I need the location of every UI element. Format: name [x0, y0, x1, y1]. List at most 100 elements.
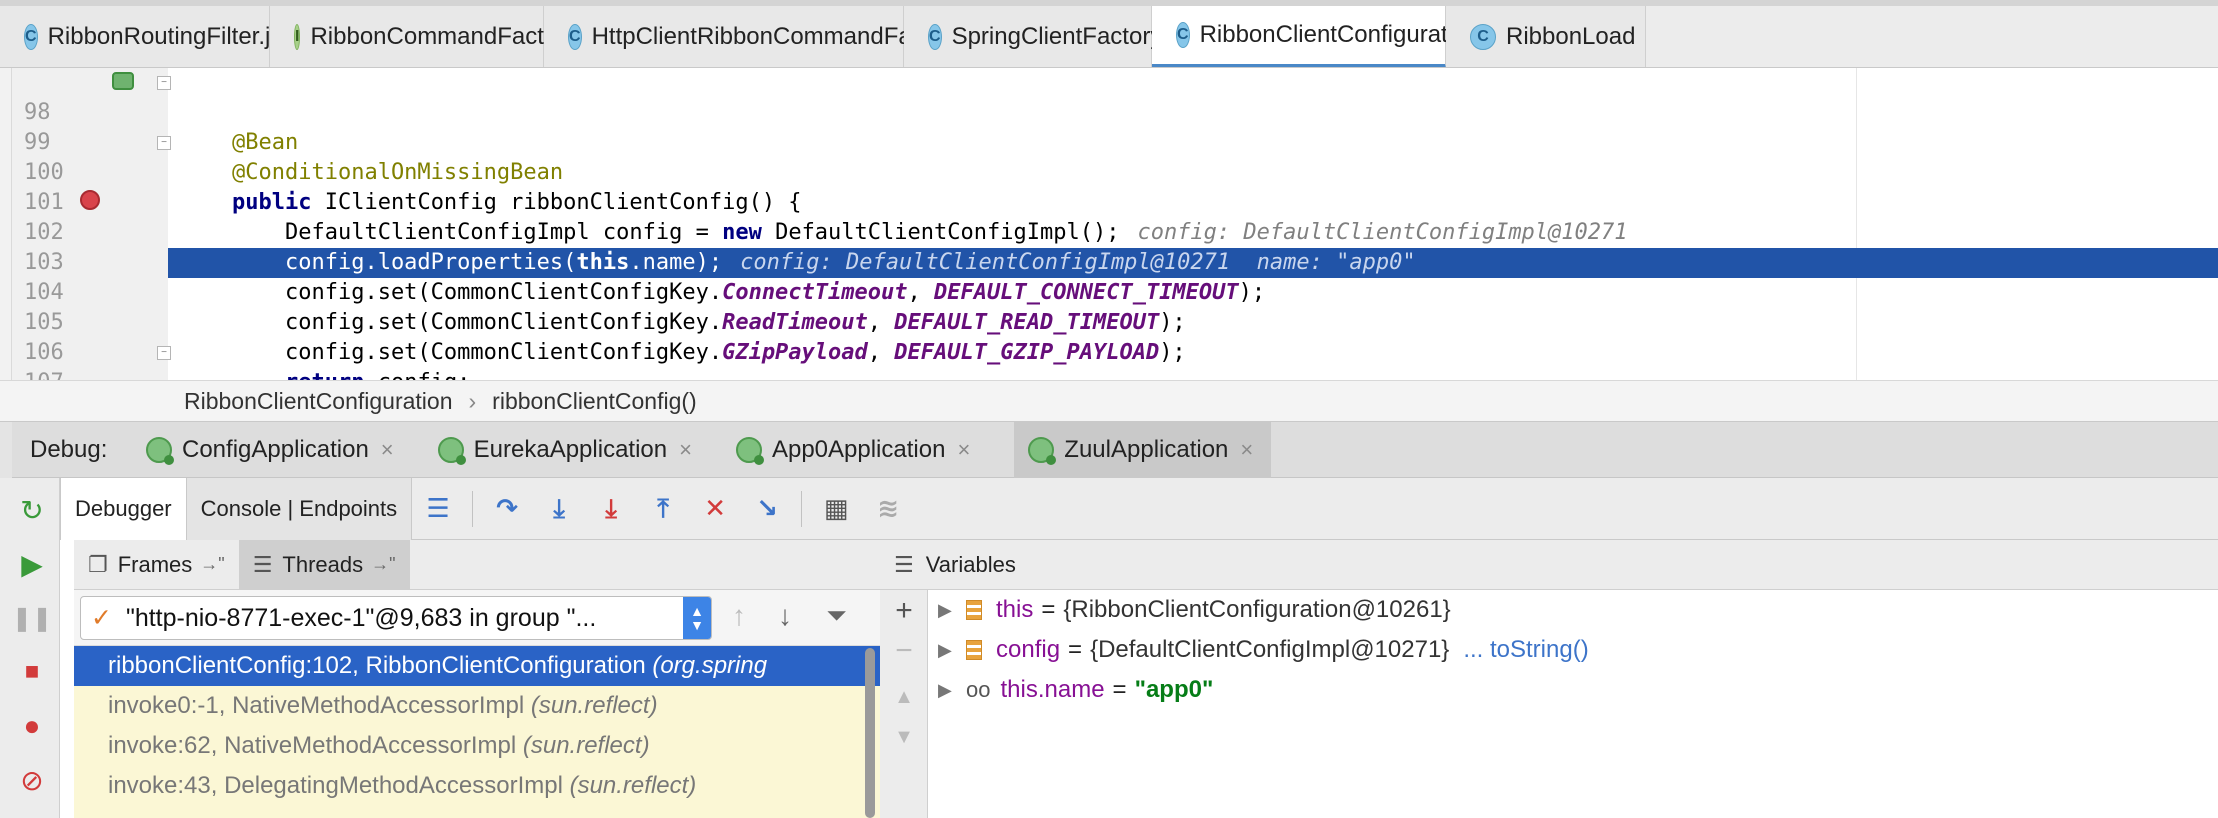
- run-tab-label: ZuulApplication: [1064, 435, 1229, 463]
- field-icon: [966, 640, 982, 660]
- view-breakpoints-icon[interactable]: ●: [16, 710, 48, 742]
- frame-item[interactable]: ribbonClientConfig:102, RibbonClientConf…: [74, 646, 880, 686]
- thread-dropdown[interactable]: ✓ "http-nio-8771-exec-1"@9,683 in group …: [80, 596, 712, 640]
- resume-icon[interactable]: ▶: [16, 548, 48, 580]
- breakpoint-icon[interactable]: [80, 190, 100, 210]
- variable-row-this[interactable]: ▶ this = {RibbonClientConfiguration@1026…: [928, 590, 2218, 630]
- line-number: 107: [24, 368, 74, 380]
- tab-ribbon-client-configuration[interactable]: C RibbonClientConfiguration.java ×: [1152, 6, 1562, 67]
- bean-gutter-icon[interactable]: [112, 72, 134, 90]
- to-string-link[interactable]: ... toString(): [1463, 636, 1588, 664]
- move-down-icon[interactable]: ▼: [890, 726, 918, 749]
- interface-file-icon: I: [294, 24, 301, 50]
- fold-marker-icon[interactable]: −: [157, 136, 171, 150]
- rerun-icon[interactable]: ↻: [16, 494, 48, 526]
- code-text: return config;: [168, 368, 2218, 380]
- drop-frame-icon[interactable]: ✕: [695, 489, 735, 529]
- expand-icon[interactable]: ▶: [938, 680, 966, 701]
- breadcrumb-item-method[interactable]: ribbonClientConfig(): [492, 388, 697, 415]
- close-run-tab-icon[interactable]: ×: [957, 437, 970, 463]
- pin-tab-icon[interactable]: →": [371, 554, 395, 575]
- tab-threads[interactable]: ☰ Threads →": [238, 539, 410, 590]
- pin-tab-icon[interactable]: →": [200, 554, 224, 575]
- tab-ribbon-command-factory[interactable]: I RibbonCommandFactory.java ×: [270, 6, 658, 67]
- variable-value: {DefaultClientConfigImpl@10271}: [1090, 636, 1450, 663]
- debug-run-icon: [735, 436, 764, 465]
- frames-icon: ❐: [88, 551, 108, 577]
- threads-label: Threads: [282, 551, 364, 577]
- toolbar-separator: [472, 490, 474, 527]
- force-step-into-icon[interactable]: ⤓: [591, 489, 631, 529]
- variable-name: config: [996, 636, 1061, 663]
- frame-list: ribbonClientConfig:102, RibbonClientConf…: [74, 646, 880, 818]
- variable-value: {RibbonClientConfiguration@10261}: [1063, 596, 1451, 623]
- tab-http-client-ribbon-command-factory[interactable]: C HttpClientRibbonCommandFactory.java ×: [544, 6, 1045, 67]
- pause-icon[interactable]: ❚❚: [12, 602, 52, 634]
- add-watch-icon[interactable]: +: [890, 594, 918, 628]
- code-line: 98 @Bean: [0, 68, 2218, 155]
- class-file-icon: C: [24, 24, 38, 50]
- code-editor[interactable]: 98 @Bean − 99 @ConditionalOnMissingBean …: [0, 68, 2218, 380]
- variable-row-this-name[interactable]: ▶ oo this.name = "app0": [928, 670, 2218, 710]
- tab-label: RibbonLoad: [1506, 23, 1636, 50]
- tab-ribbon-routing-filter[interactable]: C RibbonRoutingFilter.java ×: [0, 6, 341, 67]
- toolbar-separator: [801, 490, 803, 527]
- thread-selector-row: ✓ "http-nio-8771-exec-1"@9,683 in group …: [74, 590, 880, 646]
- variable-equals: =: [1112, 676, 1127, 703]
- trace-current-stream-icon[interactable]: ≋: [868, 489, 908, 529]
- step-over-icon[interactable]: ↷: [487, 489, 527, 529]
- editor-tab-bar: C RibbonRoutingFilter.java × I RibbonCom…: [0, 0, 2218, 68]
- frame-item[interactable]: invoke:62, NativeMethodAccessorImpl (sun…: [74, 726, 880, 766]
- breadcrumb-separator: ›: [468, 387, 477, 414]
- class-file-icon: C: [1470, 24, 1496, 50]
- breadcrumb: RibbonClientConfiguration › ribbonClient…: [0, 380, 2218, 422]
- next-frame-icon[interactable]: ↓: [778, 600, 792, 632]
- class-file-icon: C: [568, 24, 582, 50]
- run-tab-app0-application[interactable]: App0Application ×: [735, 422, 988, 478]
- tab-frames[interactable]: ❐ Frames →": [74, 540, 239, 590]
- mute-breakpoints-icon[interactable]: ⊘: [16, 764, 48, 796]
- tab-ribbon-load[interactable]: C RibbonLoad: [1446, 6, 1646, 67]
- frames-label: Frames: [117, 551, 193, 577]
- frame-item[interactable]: invoke:43, DelegatingMethodAccessorImpl …: [74, 766, 880, 806]
- expand-icon[interactable]: ▶: [938, 600, 966, 621]
- close-run-tab-icon[interactable]: ×: [679, 437, 692, 463]
- step-out-icon[interactable]: ⤒: [643, 489, 683, 529]
- show-execution-point-icon[interactable]: ☰: [418, 489, 458, 529]
- code-line: 99 @ConditionalOnMissingBean: [0, 98, 2218, 185]
- debugger-toolbar: Debugger Console | Endpoints ☰ ↷ ⤓ ⤓ ⤒ ✕…: [60, 477, 2218, 540]
- field-icon: [966, 600, 982, 620]
- dropdown-arrows-icon[interactable]: ▲ ▼: [683, 597, 711, 639]
- tab-spring-client-factory[interactable]: C SpringClientFactory.java ×: [904, 6, 1243, 67]
- code-line: 103 config.set(CommonClientConfigKey.Con…: [0, 218, 2218, 305]
- frames-scrollbar[interactable]: [865, 648, 875, 818]
- run-tab-eureka-application[interactable]: EurekaApplication ×: [437, 422, 710, 478]
- breadcrumb-item-class[interactable]: RibbonClientConfiguration: [184, 388, 453, 415]
- stop-icon[interactable]: ■: [16, 656, 48, 688]
- filter-frames-icon[interactable]: ⏷: [826, 600, 847, 632]
- close-run-tab-icon[interactable]: ×: [381, 437, 394, 463]
- fold-marker-icon[interactable]: −: [157, 346, 171, 360]
- run-tab-label: EurekaApplication: [473, 435, 668, 463]
- debug-run-icon: [437, 436, 466, 465]
- run-tab-zuul-application[interactable]: ZuulApplication ×: [1014, 421, 1272, 478]
- run-tab-config-application[interactable]: ConfigApplication ×: [146, 422, 412, 478]
- previous-frame-icon[interactable]: ↑: [732, 600, 746, 632]
- run-to-cursor-icon[interactable]: ↘: [747, 489, 787, 529]
- variables-tree: ▶ this = {RibbonClientConfiguration@1026…: [928, 590, 2218, 818]
- tab-debugger[interactable]: Debugger: [60, 477, 187, 540]
- frame-item[interactable]: invoke0:-1, NativeMethodAccessorImpl (su…: [74, 686, 880, 726]
- variable-equals: =: [1068, 636, 1083, 663]
- fold-marker-icon[interactable]: −: [157, 76, 171, 90]
- variable-equals: =: [1041, 596, 1056, 623]
- thread-suspended-check-icon: ✓: [91, 604, 112, 632]
- remove-watch-icon[interactable]: −: [890, 634, 918, 668]
- step-into-icon[interactable]: ⤓: [539, 489, 579, 529]
- move-up-icon[interactable]: ▲: [890, 686, 918, 709]
- tab-console-endpoints[interactable]: Console | Endpoints: [186, 477, 413, 540]
- variables-icon: ☰: [894, 551, 914, 577]
- close-run-tab-icon[interactable]: ×: [1240, 437, 1253, 463]
- variable-row-config[interactable]: ▶ config = {DefaultClientConfigImpl@1027…: [928, 630, 2218, 670]
- evaluate-expression-icon[interactable]: ▦: [816, 489, 856, 529]
- expand-icon[interactable]: ▶: [938, 640, 966, 661]
